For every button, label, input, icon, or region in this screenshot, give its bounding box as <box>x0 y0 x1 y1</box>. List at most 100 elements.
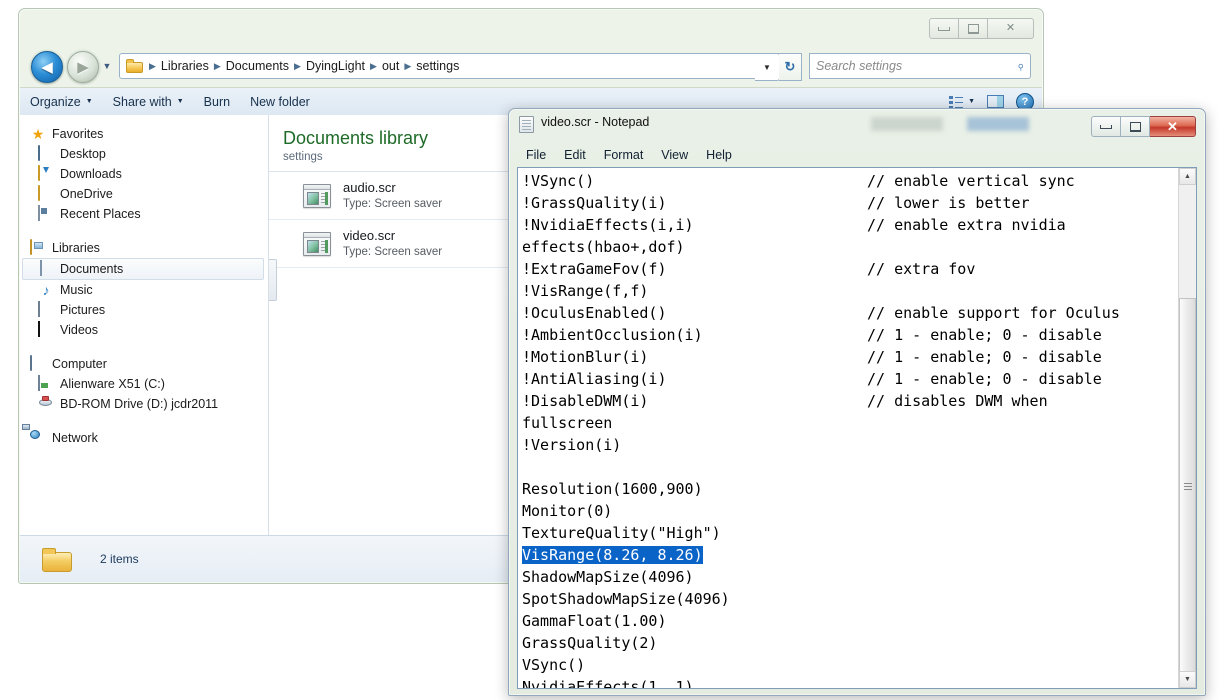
sidebar-group-libraries[interactable]: Libraries <box>20 238 268 258</box>
folder-icon <box>126 59 143 73</box>
notepad-icon <box>519 116 534 133</box>
notepad-line <box>522 456 1174 478</box>
sidebar-item-label: Desktop <box>60 147 106 161</box>
notepad-line: VisRange(8.26, 8.26) <box>522 544 1174 566</box>
breadcrumb[interactable]: ▶ Libraries ▶ Documents ▶ DyingLight ▶ o… <box>119 53 779 79</box>
sidebar-group-favorites[interactable]: ★ Favorites <box>20 124 268 144</box>
menu-item-edit[interactable]: Edit <box>555 148 595 162</box>
sidebar-item-pictures[interactable]: Pictures <box>20 300 268 320</box>
notepad-line-comment: // extra fov <box>867 260 976 278</box>
sidebar-item-desktop[interactable]: Desktop <box>20 144 268 164</box>
chevron-up-icon: ▲ <box>1184 173 1191 180</box>
notepad-line-comment: // disables DWM when <box>867 392 1048 410</box>
organize-button[interactable]: Organize ▼ <box>20 88 103 115</box>
notepad-minimize-button[interactable] <box>1091 116 1121 137</box>
breadcrumb-item-dyinglight[interactable]: DyingLight <box>304 59 367 73</box>
notepad-titlebar[interactable]: video.scr - Notepad ✕ <box>509 109 1205 139</box>
breadcrumb-separator: ▶ <box>404 60 412 71</box>
explorer-minimize-button[interactable] <box>929 18 959 39</box>
refresh-button[interactable]: ↻ <box>779 53 802 81</box>
network-icon <box>30 430 46 446</box>
notepad-line-comment: // 1 - enable; 0 - disable <box>867 326 1102 344</box>
breadcrumb-dropdown-button[interactable]: ▼ <box>755 53 780 81</box>
notepad-line-comment: // 1 - enable; 0 - disable <box>867 348 1102 366</box>
explorer-window-controls: ✕ <box>929 18 1034 39</box>
preview-pane-icon[interactable] <box>987 95 1004 108</box>
breadcrumb-item-settings[interactable]: settings <box>414 59 461 73</box>
notepad-line-comment: // enable vertical sync <box>867 172 1075 190</box>
back-button[interactable]: ◀ <box>31 51 63 83</box>
menu-item-view[interactable]: View <box>652 148 697 162</box>
maximize-icon <box>1129 121 1141 132</box>
sidebar-item-local-disk-c[interactable]: Alienware X51 (C:) <box>20 374 268 394</box>
breadcrumb-separator: ▶ <box>294 60 301 71</box>
notepad-line-code: GrassQuality(2) <box>522 634 658 652</box>
notepad-line: GammaFloat(1.00) <box>522 610 1174 632</box>
notepad-line: NvidiaEffects(1, 1) <box>522 676 1174 688</box>
notepad-line: TextureQuality("High") <box>522 522 1174 544</box>
bd-rom-icon <box>38 396 54 412</box>
search-input[interactable]: Search settings ⌕ <box>809 53 1031 79</box>
notepad-line: VSync() <box>522 654 1174 676</box>
change-view-button[interactable]: ▼ <box>949 95 975 109</box>
recent-locations-button[interactable]: ▼ <box>101 60 113 72</box>
new-folder-label: New folder <box>250 94 310 109</box>
sidebar-item-videos[interactable]: Videos <box>20 320 268 340</box>
notepad-line-code: ShadowMapSize(4096) <box>522 568 694 586</box>
notepad-line-code: Resolution(1600,900) <box>522 480 703 498</box>
notepad-line-code: effects(hbao+,dof) <box>522 238 685 256</box>
close-icon: ✕ <box>1005 22 1016 34</box>
downloads-icon <box>38 165 54 182</box>
sidebar-item-documents[interactable]: Documents <box>22 258 264 280</box>
scroll-up-button[interactable]: ▲ <box>1179 168 1196 185</box>
sidebar-item-music[interactable]: ♪ Music <box>20 280 268 300</box>
notepad-text-area[interactable]: !VSync() // enable vertical sync !GrassQua… <box>517 167 1197 689</box>
breadcrumb-item-documents[interactable]: Documents <box>224 59 291 73</box>
notepad-line: !GrassQuality(i) // lower is better <box>522 192 1174 214</box>
breadcrumb-item-libraries[interactable]: Libraries <box>159 59 211 73</box>
chevron-down-icon: ▼ <box>176 98 184 105</box>
scroll-down-button[interactable]: ▼ <box>1179 671 1196 688</box>
sidebar-item-recent-places[interactable]: Recent Places <box>20 204 268 224</box>
scrollbar-thumb[interactable] <box>1179 298 1196 673</box>
notepad-text-content[interactable]: !VSync() // enable vertical sync !GrassQua… <box>522 170 1174 688</box>
breadcrumb-item-out[interactable]: out <box>380 59 401 73</box>
notepad-vertical-scrollbar[interactable]: ▲ ▼ <box>1178 168 1196 688</box>
notepad-menu-bar: File Edit Format View Help <box>517 145 1197 165</box>
share-with-label: Share with <box>112 94 172 109</box>
notepad-close-button[interactable]: ✕ <box>1150 116 1196 137</box>
notepad-line: !AntiAliasing(i) // 1 - enable; 0 - disab… <box>522 368 1174 390</box>
music-icon: ♪ <box>42 282 50 298</box>
menu-item-help[interactable]: Help <box>697 148 741 162</box>
sidebar-item-onedrive[interactable]: OneDrive <box>20 184 268 204</box>
explorer-maximize-button[interactable] <box>959 18 988 39</box>
menu-item-file[interactable]: File <box>517 148 555 162</box>
menu-item-format[interactable]: Format <box>595 148 653 162</box>
sidebar-item-downloads[interactable]: Downloads <box>20 164 268 184</box>
new-folder-button[interactable]: New folder <box>240 88 320 115</box>
sidebar-item-bd-rom-drive-d[interactable]: BD-ROM Drive (D:) jcdr2011 <box>20 394 268 414</box>
sidebar-group-computer[interactable]: Computer <box>20 354 268 374</box>
notepad-line: !VisRange(f,f) <box>522 280 1174 302</box>
notepad-maximize-button[interactable] <box>1121 116 1150 137</box>
breadcrumb-separator: ▶ <box>149 60 156 71</box>
notepad-line-code: !ExtraGameFov(f) <box>522 260 667 278</box>
forward-button[interactable]: ▶ <box>67 51 99 83</box>
pane-splitter-handle[interactable] <box>269 259 277 301</box>
notepad-line-code: Monitor(0) <box>522 502 613 520</box>
sidebar-group-network[interactable]: Network <box>20 428 268 448</box>
notepad-line-code: !GrassQuality(i) <box>522 194 667 212</box>
hard-drive-icon <box>38 375 54 392</box>
notepad-line: Resolution(1600,900) <box>522 478 1174 500</box>
chevron-down-icon: ▼ <box>763 62 771 72</box>
sidebar-item-label: Recent Places <box>60 207 141 221</box>
explorer-close-button[interactable]: ✕ <box>988 18 1034 39</box>
notepad-line-code: fullscreen <box>522 414 613 432</box>
notepad-line-code: !OculusEnabled() <box>522 304 667 322</box>
explorer-titlebar[interactable]: ✕ <box>19 9 1043 43</box>
burn-button[interactable]: Burn <box>194 88 240 115</box>
sidebar-item-label: Music <box>60 283 93 297</box>
notepad-line-comment: // 1 - enable; 0 - disable <box>867 370 1102 388</box>
share-with-button[interactable]: Share with ▼ <box>103 88 194 115</box>
file-type: Type: Screen saver <box>343 245 443 258</box>
